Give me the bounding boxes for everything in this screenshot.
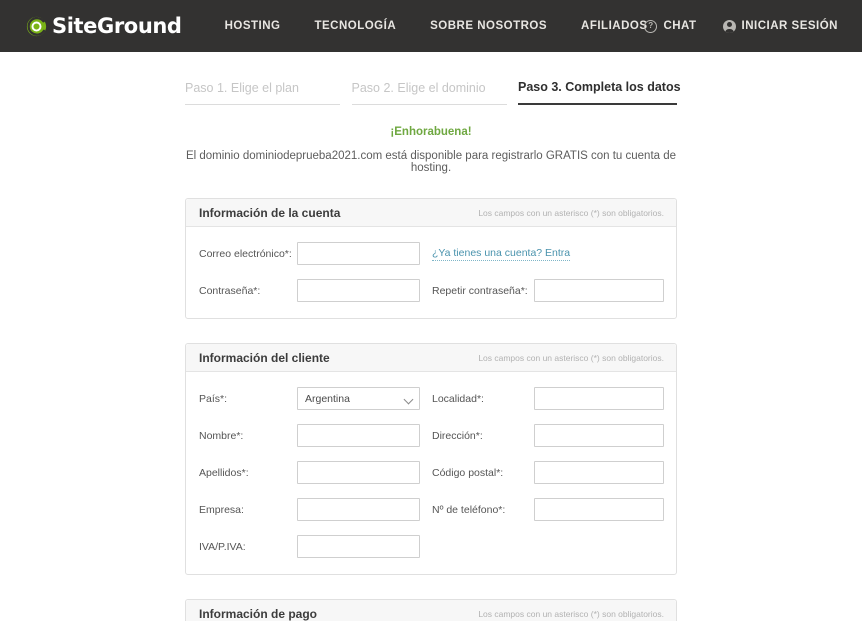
password-input[interactable] <box>297 279 420 302</box>
vat-row: IVA/P.IVA: <box>199 535 663 558</box>
checkout-steps: Paso 1. Elige el plan Paso 2. Elige el d… <box>185 80 677 105</box>
firstname-input[interactable] <box>297 424 420 447</box>
zip-cell: Código postal*: <box>431 461 663 484</box>
payment-panel-header: Información de pago Los campos con un as… <box>186 600 676 621</box>
client-panel-header: Información del cliente Los campos con u… <box>186 344 676 372</box>
company-input[interactable] <box>297 498 420 521</box>
country-cell: País*: Argentina <box>199 387 431 410</box>
firstname-label: Nombre*: <box>199 430 297 442</box>
company-cell: Empresa: <box>199 498 431 521</box>
client-panel-body: País*: Argentina Localidad*: Nombre*: <box>186 372 676 574</box>
client-panel-title: Información del cliente <box>199 351 330 365</box>
password-row: Contraseña*: Repetir contraseña*: <box>199 279 663 302</box>
required-fields-note: Los campos con un asterisco (*) son obli… <box>478 208 664 218</box>
country-select[interactable]: Argentina <box>297 387 420 410</box>
site-header: SiteGround HOSTING TECNOLOGÍA SOBRE NOSO… <box>0 0 862 52</box>
firstname-address-row: Nombre*: Dirección*: <box>199 424 663 447</box>
phone-input[interactable] <box>534 498 664 521</box>
vat-input[interactable] <box>297 535 420 558</box>
email-input[interactable] <box>297 242 420 265</box>
lastname-zip-row: Apellidos*: Código postal*: <box>199 461 663 484</box>
city-input[interactable] <box>534 387 664 410</box>
login-label: INICIAR SESIÓN <box>742 20 838 32</box>
question-circle-icon: ? <box>644 20 657 33</box>
header-actions: ? CHAT INICIAR SESIÓN <box>644 0 838 52</box>
account-information-panel: Información de la cuenta Los campos con … <box>185 198 677 319</box>
chat-label: CHAT <box>663 20 696 32</box>
existing-account-cell: ¿Ya tienes una cuenta? Entra <box>431 247 663 261</box>
nav-item-sobre-nosotros[interactable]: SOBRE NOSOTROS <box>413 20 564 32</box>
company-phone-row: Empresa: Nº de teléfono*: <box>199 498 663 521</box>
notice-title: ¡Enhorabuena! <box>185 126 677 138</box>
city-cell: Localidad*: <box>431 387 663 410</box>
lastname-input[interactable] <box>297 461 420 484</box>
user-icon <box>723 20 736 33</box>
required-fields-note: Los campos con un asterisco (*) son obli… <box>478 609 664 619</box>
siteground-logo[interactable]: SiteGround <box>26 16 182 37</box>
phone-label: Nº de teléfono*: <box>432 504 534 516</box>
account-panel-body: Correo electrónico*: ¿Ya tienes una cuen… <box>186 227 676 318</box>
address-input[interactable] <box>534 424 664 447</box>
existing-account-link[interactable]: ¿Ya tienes una cuenta? Entra <box>432 247 570 261</box>
domain-notice: ¡Enhorabuena! El dominio dominiodeprueba… <box>185 126 677 174</box>
password-repeat-input[interactable] <box>534 279 664 302</box>
nav-item-hosting[interactable]: HOSTING <box>208 20 298 32</box>
address-cell: Dirección*: <box>431 424 663 447</box>
vat-cell: IVA/P.IVA: <box>199 535 431 558</box>
nav-item-tecnologia[interactable]: TECNOLOGÍA <box>297 20 413 32</box>
login-link[interactable]: INICIAR SESIÓN <box>723 20 838 33</box>
zip-label: Código postal*: <box>432 467 534 479</box>
lastname-label: Apellidos*: <box>199 467 297 479</box>
siteground-spiral-icon <box>26 16 47 37</box>
country-selected-value: Argentina <box>305 393 350 405</box>
password-label: Contraseña*: <box>199 285 297 297</box>
email-row: Correo electrónico*: ¿Ya tienes una cuen… <box>199 242 663 265</box>
chat-link[interactable]: ? CHAT <box>644 20 696 33</box>
payment-information-panel: Información de pago Los campos con un as… <box>185 599 677 621</box>
phone-cell: Nº de teléfono*: <box>431 498 663 521</box>
zip-input[interactable] <box>534 461 664 484</box>
required-fields-note: Los campos con un asterisco (*) son obli… <box>478 353 664 363</box>
chevron-down-icon <box>404 395 414 405</box>
step-3-complete-data[interactable]: Paso 3. Completa los datos <box>518 80 677 105</box>
firstname-cell: Nombre*: <box>199 424 431 447</box>
page-content: Paso 1. Elige el plan Paso 2. Elige el d… <box>0 52 862 621</box>
country-city-row: País*: Argentina Localidad*: <box>199 387 663 410</box>
password-cell: Contraseña*: <box>199 279 431 302</box>
payment-panel-title: Información de pago <box>199 607 317 621</box>
password-repeat-cell: Repetir contraseña*: <box>431 279 663 302</box>
notice-text: El dominio dominiodeprueba2021.com está … <box>185 150 677 174</box>
address-label: Dirección*: <box>432 430 534 442</box>
logo-text: SiteGround <box>52 16 182 37</box>
step-2-choose-domain[interactable]: Paso 2. Elige el dominio <box>352 81 507 105</box>
password-repeat-label: Repetir contraseña*: <box>432 285 534 297</box>
lastname-cell: Apellidos*: <box>199 461 431 484</box>
email-cell: Correo electrónico*: <box>199 242 431 265</box>
email-label: Correo electrónico*: <box>199 248 297 260</box>
vat-label: IVA/P.IVA: <box>199 541 297 553</box>
step-1-choose-plan[interactable]: Paso 1. Elige el plan <box>185 81 340 105</box>
company-label: Empresa: <box>199 504 297 516</box>
city-label: Localidad*: <box>432 393 534 405</box>
main-nav: HOSTING TECNOLOGÍA SOBRE NOSOTROS AFILIA… <box>208 20 665 32</box>
account-panel-header: Información de la cuenta Los campos con … <box>186 199 676 227</box>
client-information-panel: Información del cliente Los campos con u… <box>185 343 677 575</box>
account-panel-title: Información de la cuenta <box>199 206 340 220</box>
country-label: País*: <box>199 393 297 405</box>
